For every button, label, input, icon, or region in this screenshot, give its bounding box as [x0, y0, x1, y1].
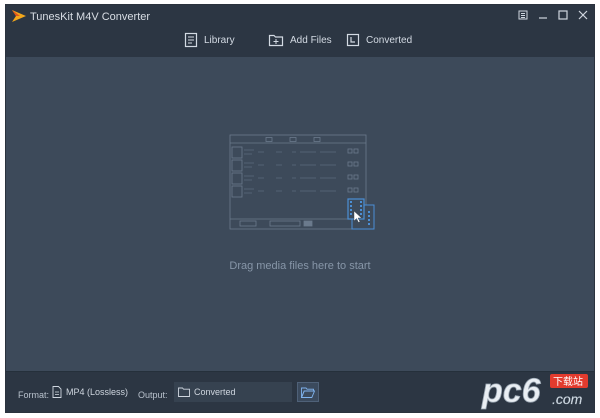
app-window: TunesKit M4V Converter Library Add Files… [5, 4, 595, 413]
pc6-watermark-logo: pc6 下载站 .com [481, 372, 588, 410]
drag-drop-illustration [229, 134, 375, 230]
minimize-button[interactable] [536, 9, 550, 21]
nav-converted-button[interactable]: Converted [346, 30, 412, 50]
format-label: Format: [18, 390, 50, 400]
format-selector[interactable]: MP4 (Lossless) [52, 382, 132, 402]
maximize-button[interactable] [556, 9, 570, 21]
menu-button[interactable] [516, 9, 530, 21]
add-files-icon [268, 34, 284, 47]
svg-text:.com: .com [552, 391, 583, 407]
svg-text:pc6: pc6 [481, 372, 542, 410]
window-controls [516, 9, 590, 21]
format-file-icon [52, 386, 62, 398]
nav-library-button[interactable]: Library [184, 30, 235, 50]
title-bar: TunesKit M4V Converter Library Add Files… [6, 5, 594, 57]
app-logo-icon [12, 10, 26, 22]
menu-icon [518, 10, 528, 20]
drop-hint-text: Drag media files here to start [229, 260, 371, 272]
browse-folder-icon [301, 387, 315, 398]
drop-zone[interactable]: Drag media files here to start [6, 57, 594, 371]
close-icon [578, 10, 588, 20]
svg-text:下载站: 下载站 [553, 375, 583, 388]
close-button[interactable] [576, 9, 590, 21]
format-value: MP4 (Lossless) [66, 387, 129, 397]
nav-add-files-label: Add Files [290, 34, 332, 46]
minimize-icon [539, 17, 547, 19]
converted-icon [346, 33, 360, 47]
browse-output-button[interactable] [297, 382, 319, 402]
folder-icon [178, 387, 190, 397]
nav-library-label: Library [204, 34, 235, 46]
app-title: TunesKit M4V Converter [30, 11, 151, 23]
main-nav: Library Add Files Converted [6, 27, 594, 57]
output-path-field[interactable]: Converted [174, 382, 292, 402]
maximize-icon [558, 10, 568, 20]
library-icon [184, 32, 198, 48]
nav-converted-label: Converted [366, 34, 413, 46]
nav-add-files-button[interactable]: Add Files [268, 30, 332, 50]
output-value: Converted [194, 387, 236, 397]
output-label: Output: [138, 390, 168, 400]
